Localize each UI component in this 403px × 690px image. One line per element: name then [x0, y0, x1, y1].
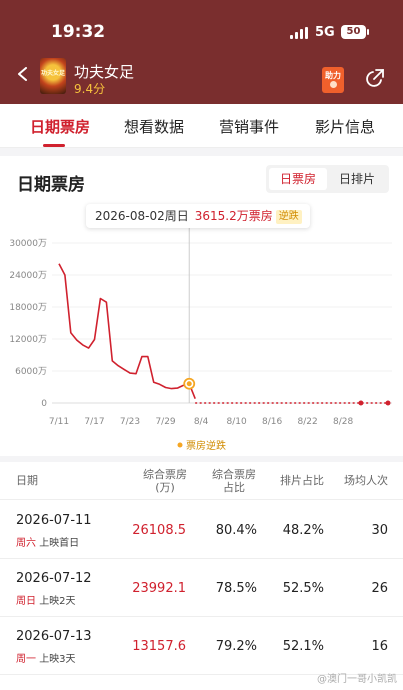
legend-dot — [177, 442, 183, 448]
movie-title: 功夫女足 — [74, 63, 135, 81]
watermark: @澳门一哥小凯凯 — [317, 674, 397, 685]
x-tick-label: 8/28 — [333, 417, 353, 427]
back-icon[interactable] — [16, 67, 30, 81]
movie-poster[interactable]: 功夫女足 — [40, 58, 66, 94]
tab-bar: 日期票房 想看数据 营销事件 影片信息 — [0, 104, 403, 148]
x-tick-label: 8/22 — [298, 417, 318, 427]
row-subtitle: 周六 上映首日 — [16, 534, 79, 549]
row-gross: 23992.1 — [132, 581, 186, 596]
row-weekday: 周六 — [16, 538, 36, 549]
row-release-note: 上映2天 — [39, 596, 76, 607]
x-tick-label: 8/10 — [226, 417, 246, 427]
tooltip-tag: 逆跌 — [275, 210, 302, 224]
x-tick-label: 7/29 — [155, 417, 175, 427]
row-release-note: 上映首日 — [39, 538, 80, 549]
table-row[interactable]: 2026-07-11 周六 上映首日 26108.5 80.4% 48.2% 30 — [0, 501, 403, 559]
row-weekday: 周一 — [16, 654, 36, 665]
tooltip-date: 2026-08-02周日 — [95, 209, 189, 223]
app-screen: 19:32 5G 50 功夫女足 功夫女足 9.4分 助力 日期票房 想看数据 … — [0, 0, 403, 690]
row-release-note: 上映3天 — [39, 654, 76, 665]
row-screening-share: 52.5% — [282, 581, 324, 596]
tab-active-indicator — [43, 144, 65, 147]
chart-mode-toggle: 日票房 日排片 — [266, 165, 389, 193]
y-tick-label: 0 — [41, 399, 47, 409]
status-bar: 19:32 5G 50 — [0, 0, 403, 46]
projection-end-point — [358, 400, 364, 406]
movie-score: 9.4分 — [74, 82, 106, 96]
row-subtitle: 周一 上映3天 — [16, 650, 76, 665]
table-row[interactable]: 2026-07-12 周日 上映2天 23992.1 78.5% 52.5% 26 — [0, 559, 403, 617]
signal-icon — [290, 27, 310, 39]
header-gross-share: 综合票房 占比 — [212, 468, 256, 494]
daily-box-office-card: 30000万 24000万 18000万 12000万 6000万 0 7/11 7/17 7/… — [0, 156, 403, 456]
tooltip-value: 3615.2万票房 — [194, 209, 273, 223]
toggle-daily-gross[interactable]: 日票房 — [269, 168, 327, 190]
x-tick-label: 8/16 — [262, 417, 282, 427]
header-date: 日期 — [16, 474, 38, 487]
row-weekday: 周日 — [16, 596, 36, 607]
table-header: 日期 综合票房 (万) 综合票房 占比 排片占比 场均人次 — [0, 462, 403, 500]
boost-dot — [330, 81, 337, 88]
row-gross-share: 79.2% — [215, 639, 257, 654]
row-date: 2026-07-11 — [16, 513, 92, 528]
boost-label: 助力 — [325, 71, 341, 80]
row-date: 2026-07-13 — [16, 629, 92, 644]
row-avg-attendance: 16 — [371, 639, 388, 654]
y-tick-label: 30000万 — [9, 239, 47, 249]
header-gross: 综合票房 (万) — [143, 468, 187, 494]
row-date: 2026-07-12 — [16, 571, 92, 586]
row-gross: 26108.5 — [132, 523, 186, 538]
tab-daily-box-office[interactable]: 日期票房 — [30, 116, 90, 137]
x-tick-label: 7/23 — [120, 417, 140, 427]
x-tick-label: 7/11 — [49, 417, 69, 427]
highlight-marker-dot — [186, 381, 192, 387]
toggle-daily-screenings[interactable]: 日排片 — [328, 168, 386, 190]
top-bar: 19:32 5G 50 功夫女足 功夫女足 9.4分 助力 — [0, 0, 403, 104]
row-gross: 13157.6 — [132, 639, 186, 654]
y-tick-label: 18000万 — [9, 303, 47, 313]
chart-tooltip: 2026-08-02周日 3615.2万票房 逆跌 — [86, 204, 310, 228]
boost-button[interactable]: 助力 — [322, 67, 344, 93]
row-gross-share: 78.5% — [215, 581, 257, 596]
tab-movie-info[interactable]: 影片信息 — [315, 116, 375, 137]
card-title: 日期票房 — [17, 175, 85, 195]
daily-data-table: 日期 综合票房 (万) 综合票房 占比 排片占比 场均人次 2026-07-11… — [0, 462, 403, 690]
share-icon[interactable] — [365, 68, 385, 88]
y-tick-label: 12000万 — [9, 335, 47, 345]
projection-end-point — [385, 400, 391, 406]
network-type: 5G — [315, 25, 335, 40]
status-time: 19:32 — [51, 22, 106, 42]
row-avg-attendance: 26 — [371, 581, 388, 596]
row-subtitle: 周日 上映2天 — [16, 592, 76, 607]
box-office-chart[interactable]: 30000万 24000万 18000万 12000万 6000万 07/11 7/17 7/… — [0, 156, 403, 456]
legend-label: 票房逆跌 — [186, 439, 226, 452]
box-office-line — [58, 263, 196, 399]
x-tick-label: 7/17 — [84, 417, 104, 427]
battery-icon: 50 — [341, 25, 369, 39]
y-tick-label: 6000万 — [15, 367, 47, 377]
tab-want-to-see[interactable]: 想看数据 — [124, 116, 184, 137]
row-gross-share: 80.4% — [215, 523, 257, 538]
poster-text: 功夫女足 — [40, 70, 65, 77]
x-tick-label: 8/4 — [194, 417, 209, 427]
table-row[interactable]: 2026-07-13 周一 上映3天 13157.6 79.2% 52.1% 16 — [0, 617, 403, 675]
y-tick-label: 24000万 — [9, 271, 47, 281]
row-screening-share: 48.2% — [282, 523, 324, 538]
header-screening-share: 排片占比 — [280, 474, 324, 487]
tab-marketing-events[interactable]: 营销事件 — [219, 116, 279, 137]
row-avg-attendance: 30 — [371, 523, 388, 538]
header-avg-attendance: 场均人次 — [344, 474, 388, 487]
row-screening-share: 52.1% — [282, 639, 324, 654]
